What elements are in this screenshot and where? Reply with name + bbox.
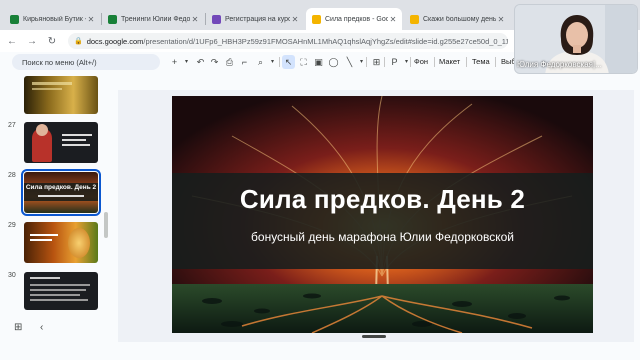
slide-thumbnail[interactable] [24, 272, 98, 310]
back-icon[interactable]: ← [4, 36, 20, 47]
screen: Кирьяновый Бутик - Goo ✕ Тренинги Юлии Ф… [0, 0, 640, 360]
webcam-overlay: Юлия Федорковская|... [514, 4, 638, 74]
background-button[interactable]: Фон [414, 55, 428, 69]
chevron-down-icon[interactable]: ▾ [400, 55, 413, 69]
tab-title: Регистрация на курс «В [225, 15, 290, 23]
slide-thumbnail-selected[interactable]: Сила предков. День 2 [21, 169, 101, 216]
image-icon[interactable]: ▣ [312, 55, 325, 69]
speaker-notes-handle[interactable] [362, 335, 386, 338]
chevron-down-icon[interactable]: ▾ [180, 55, 193, 69]
lock-icon: 🔒 [74, 38, 83, 45]
slide-thumbnail[interactable] [24, 76, 98, 114]
url-path: /presentation/d/1UFp6_HBH3Pz59z91FMOSAHn… [143, 36, 508, 46]
slide-number: 30 [8, 272, 16, 279]
slide-filmstrip[interactable]: 27 28 Сила предков. День 2 29 30 ⊞ ‹ [0, 72, 104, 360]
close-icon[interactable]: ✕ [190, 15, 200, 24]
slide-number: 27 [8, 122, 16, 129]
close-icon[interactable]: ✕ [388, 15, 398, 24]
slide-thumbnail[interactable] [24, 122, 98, 163]
reload-icon[interactable]: ↻ [44, 36, 60, 47]
browser-tab[interactable]: Кирьяновый Бутик - Goo ✕ [4, 8, 100, 30]
close-icon[interactable]: ✕ [86, 15, 96, 24]
slides-favicon-icon [410, 14, 419, 24]
thumbnail-caption: Сила предков. День 2 [25, 184, 97, 191]
slide-number: 28 [8, 172, 16, 179]
presenter-name: Юлия Федорковская|... [517, 60, 602, 69]
tab-title: Сила предков - Google [325, 15, 388, 23]
chevron-down-icon[interactable]: ▾ [266, 55, 279, 69]
shape-icon[interactable]: ◯ [327, 55, 340, 69]
filmstrip-scrollbar[interactable] [104, 212, 108, 238]
comment-icon[interactable]: ⊞ [370, 55, 383, 69]
tab-title: Тренинги Юлии Федорк [121, 15, 190, 23]
drive-favicon-icon [108, 14, 117, 24]
slide-subtitle[interactable]: бонусный день марафона Юлии Федорковской [172, 230, 593, 244]
browser-tab[interactable]: Регистрация на курс «В ✕ [206, 8, 304, 30]
cursor-icon[interactable]: ↖ [282, 55, 295, 69]
current-slide[interactable]: Сила предков. День 2 бонусный день мараф… [172, 96, 593, 333]
undo-icon[interactable]: ↶ [194, 55, 207, 69]
tab-title: Скажи большому деньг [423, 15, 496, 23]
redo-icon[interactable]: ↷ [208, 55, 221, 69]
tab-title: Кирьяновый Бутик - Goo [23, 15, 86, 23]
slides-favicon-icon [312, 14, 321, 24]
forms-favicon-icon [212, 14, 221, 24]
layout-button[interactable]: Макет [439, 55, 460, 69]
close-icon[interactable]: ✕ [290, 15, 300, 24]
paint-format-icon[interactable]: ⌐ [238, 55, 251, 69]
address-bar[interactable]: 🔒 docs.google.com /presentation/d/1UFp6_… [68, 33, 508, 49]
menu-search-input[interactable]: Поиск по меню (Alt+/) [12, 54, 160, 70]
slide-thumbnail[interactable] [24, 222, 98, 263]
print-icon[interactable]: ⎙ [223, 55, 236, 69]
theme-button[interactable]: Тема [472, 55, 490, 69]
sheets-favicon-icon [10, 14, 19, 24]
browser-tab[interactable]: Тренинги Юлии Федорк ✕ [102, 8, 204, 30]
url-host: docs.google.com [86, 36, 144, 46]
forward-icon[interactable]: → [24, 36, 40, 47]
slide-title[interactable]: Сила предков. День 2 [172, 184, 593, 215]
collapse-icon[interactable]: ‹ [40, 322, 43, 333]
browser-tab[interactable]: Скажи большому деньг ✕ [404, 8, 510, 30]
grid-view-icon[interactable]: ⊞ [14, 322, 22, 333]
select-frame-icon[interactable]: ⛶ [297, 55, 310, 69]
slide-number: 29 [8, 222, 16, 229]
close-icon[interactable]: ✕ [496, 15, 506, 24]
browser-tab-active[interactable]: Сила предков - Google ✕ [306, 8, 402, 30]
